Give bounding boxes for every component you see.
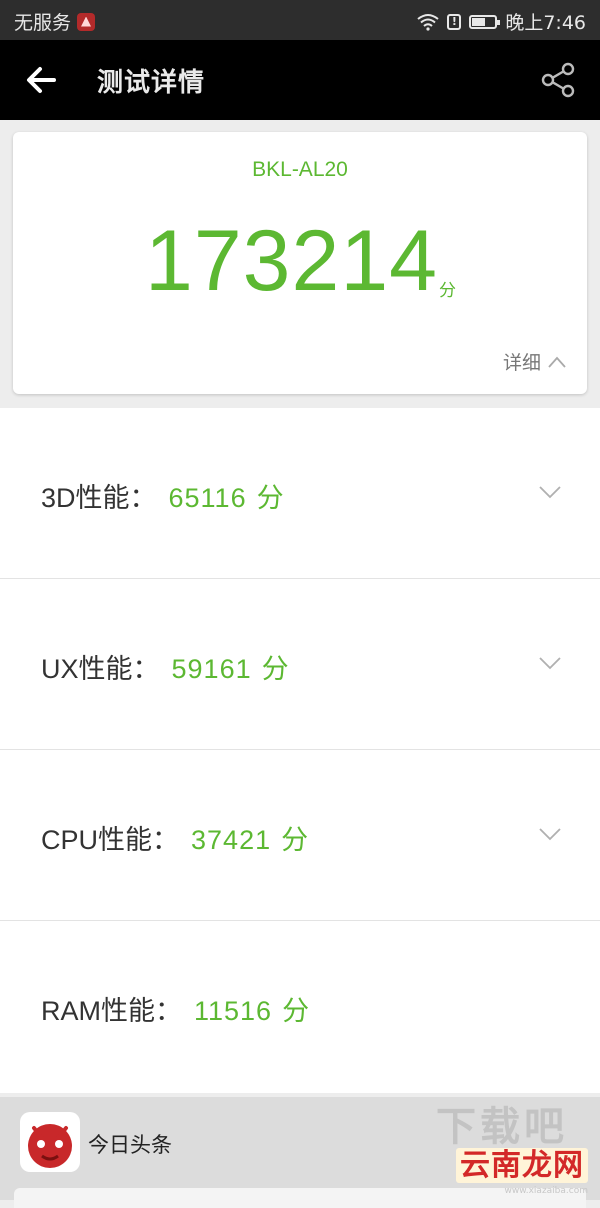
device-model: BKL-AL20 [252, 158, 348, 181]
status-left: 无服务 [14, 8, 96, 35]
detail-label: 详细 [502, 352, 541, 374]
total-score-unit: 分 [439, 281, 456, 301]
notification-app-name: 今日头条 [88, 1133, 172, 1157]
sub-score-row-ux[interactable]: UX性能： 59161 分 [0, 579, 600, 750]
total-score: 173214 [145, 213, 438, 309]
sub-score-unit: 分 [281, 825, 309, 856]
sub-score-name: RAM性能： [41, 996, 182, 1026]
detail-toggle[interactable]: 详细 [503, 348, 567, 375]
sub-score-value: 11516 [194, 996, 273, 1026]
watermark: 云南龙网 www.xiazaiba.com [456, 1140, 588, 1196]
app-bar: 测试详情 [0, 40, 600, 120]
antutu-icon [20, 1112, 80, 1172]
notification-bar[interactable]: 今日头条 下载吧 云南龙网 www.xiazaiba.com [0, 1097, 600, 1208]
sub-score-row-3d[interactable]: 3D性能： 65116 分 [0, 408, 600, 579]
carrier-logo-icon [77, 12, 96, 31]
wifi-icon [417, 13, 439, 31]
sub-score-name: 3D性能： [41, 483, 157, 513]
sub-score-value: 37421 [191, 825, 272, 855]
sub-score-label: RAM性能： 11516 分 [41, 989, 309, 1028]
sub-score-value: 59161 [171, 654, 252, 684]
chevron-down-icon[interactable] [538, 655, 562, 671]
carrier-text: 无服务 [14, 12, 72, 34]
status-right: ! 晚上7:46 [417, 8, 586, 35]
sub-score-name: UX性能： [41, 654, 160, 684]
battery-icon [469, 14, 501, 29]
sub-score-label: CPU性能： 37421 分 [41, 818, 308, 857]
sub-score-value: 65116 [168, 483, 247, 513]
clock: 晚上7:46 [505, 12, 586, 34]
sub-score-row-ram: RAM性能： 11516 分 [0, 921, 600, 1092]
alert-icon: ! [447, 13, 462, 30]
arrow-left-icon[interactable] [22, 60, 62, 100]
score-card: BKL-AL20 173214 分 详细 [13, 132, 587, 394]
share-icon[interactable] [538, 60, 578, 100]
page-title: 测试详情 [97, 68, 206, 98]
sub-score-unit: 分 [261, 654, 289, 685]
watermark-sub: www.xiazaiba.com [504, 1186, 588, 1196]
sub-score-unit: 分 [282, 996, 310, 1027]
status-bar: 无服务 ! 晚上7:46 [0, 0, 600, 40]
sub-score-label: 3D性能： 65116 分 [41, 476, 284, 515]
sub-score-unit: 分 [256, 483, 284, 514]
chevron-up-icon [548, 356, 566, 368]
chevron-down-icon[interactable] [538, 826, 562, 842]
sub-score-label: UX性能： 59161 分 [41, 647, 289, 686]
sub-score-row-cpu[interactable]: CPU性能： 37421 分 [0, 750, 600, 921]
sub-score-list: 3D性能： 65116 分 UX性能： 59161 分 CPU性能： 37421 分 RAM… [0, 408, 600, 1093]
battery-fill [472, 17, 486, 26]
watermark-text: 云南龙网 [456, 1148, 588, 1183]
chevron-down-icon[interactable] [538, 484, 562, 500]
sub-score-name: CPU性能： [41, 825, 180, 855]
